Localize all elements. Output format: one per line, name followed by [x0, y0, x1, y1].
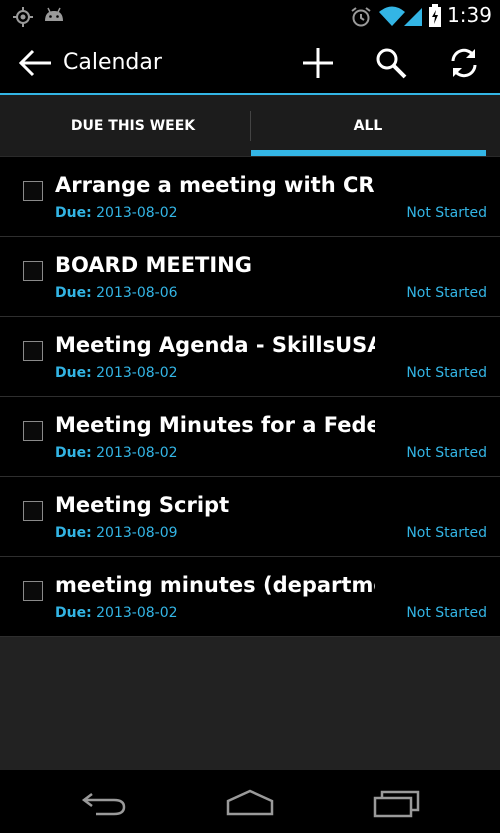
back-arrow-icon[interactable]: [18, 48, 54, 78]
due-label: Due:: [55, 205, 92, 221]
action-bar: Calendar: [0, 33, 500, 95]
task-title: meeting minutes (departme…: [55, 573, 375, 597]
android-icon: [45, 7, 63, 21]
task-checkbox[interactable]: [23, 341, 43, 361]
task-status: Not Started: [406, 605, 487, 621]
alarm-icon: [351, 7, 371, 27]
list-item[interactable]: Meeting Script Due: 2013-08-09 Not Start…: [0, 477, 500, 557]
system-nav-bar: [0, 770, 500, 833]
gps-icon: [13, 7, 33, 27]
task-checkbox[interactable]: [23, 501, 43, 521]
due-label: Due:: [55, 445, 92, 461]
task-status: Not Started: [406, 205, 487, 221]
due-date: 2013-08-06: [96, 285, 178, 301]
add-icon[interactable]: [300, 45, 336, 81]
nav-recents-icon[interactable]: [372, 786, 422, 820]
task-checkbox[interactable]: [23, 421, 43, 441]
task-due: Due: 2013-08-09: [55, 525, 178, 541]
clock: 1:39: [447, 3, 492, 27]
list-item[interactable]: meeting minutes (departme… Due: 2013-08-…: [0, 557, 500, 637]
task-due: Due: 2013-08-02: [55, 205, 178, 221]
task-status: Not Started: [406, 365, 487, 381]
due-date: 2013-08-02: [96, 605, 178, 621]
task-status: Not Started: [406, 525, 487, 541]
due-label: Due:: [55, 525, 92, 541]
due-date: 2013-08-02: [96, 365, 178, 381]
tab-due-this-week[interactable]: DUE THIS WEEK: [8, 95, 258, 157]
task-title: Meeting Minutes for a Fede…: [55, 413, 375, 437]
due-date: 2013-08-02: [96, 205, 178, 221]
task-due: Due: 2013-08-06: [55, 285, 178, 301]
task-list: Arrange a meeting with CRM Due: 2013-08-…: [0, 157, 500, 637]
task-due: Due: 2013-08-02: [55, 365, 178, 381]
page-title: Calendar: [63, 50, 162, 75]
task-title: Arrange a meeting with CRM: [55, 173, 375, 197]
task-title: Meeting Script: [55, 493, 230, 517]
task-due: Due: 2013-08-02: [55, 605, 178, 621]
task-title: BOARD MEETING: [55, 253, 252, 277]
tab-selected-indicator: [251, 150, 486, 156]
list-item[interactable]: Meeting Minutes for a Fede… Due: 2013-08…: [0, 397, 500, 477]
battery-charging-icon: [429, 4, 441, 27]
task-due: Due: 2013-08-02: [55, 445, 178, 461]
task-status: Not Started: [406, 285, 487, 301]
task-checkbox[interactable]: [23, 181, 43, 201]
due-label: Due:: [55, 365, 92, 381]
refresh-icon[interactable]: [446, 45, 482, 81]
list-item[interactable]: Arrange a meeting with CRM Due: 2013-08-…: [0, 157, 500, 237]
task-checkbox[interactable]: [23, 261, 43, 281]
list-item[interactable]: Meeting Agenda - SkillsUSA Due: 2013-08-…: [0, 317, 500, 397]
due-label: Due:: [55, 605, 92, 621]
task-title: Meeting Agenda - SkillsUSA: [55, 333, 375, 357]
list-item[interactable]: BOARD MEETING Due: 2013-08-06 Not Starte…: [0, 237, 500, 317]
status-bar: 1:39: [0, 0, 500, 33]
empty-list-area: [0, 637, 500, 770]
due-label: Due:: [55, 285, 92, 301]
due-date: 2013-08-09: [96, 525, 178, 541]
nav-home-icon[interactable]: [225, 786, 275, 820]
due-date: 2013-08-02: [96, 445, 178, 461]
nav-back-icon[interactable]: [80, 786, 130, 820]
tab-bar: DUE THIS WEEK ALL: [0, 95, 500, 157]
task-status: Not Started: [406, 445, 487, 461]
tab-all[interactable]: ALL: [243, 95, 493, 157]
task-checkbox[interactable]: [23, 581, 43, 601]
search-icon[interactable]: [373, 45, 409, 81]
signal-icon: [404, 8, 422, 26]
